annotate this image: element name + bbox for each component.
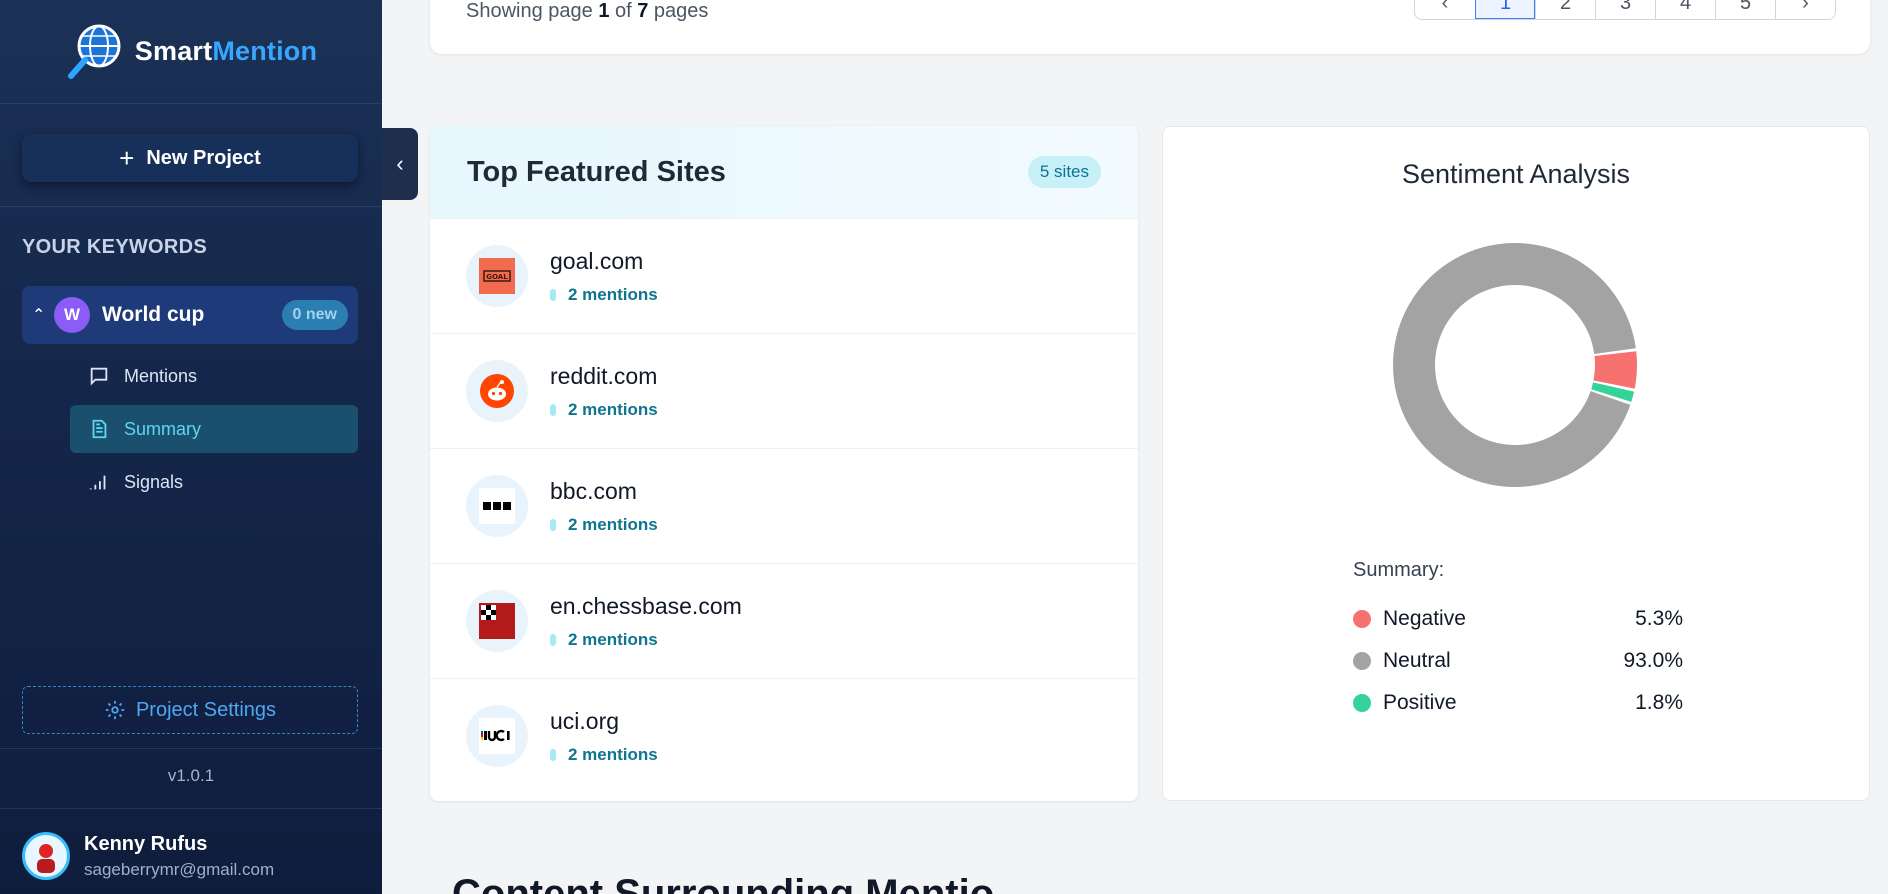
negative-swatch [1353, 610, 1371, 628]
next-page-button[interactable]: › [1775, 0, 1835, 19]
site-item-chessbase[interactable]: en.chessbase.com 2 mentions [430, 563, 1138, 678]
user-avatar-icon [37, 844, 55, 873]
legend-label: Positive [1383, 691, 1457, 714]
previous-page-button[interactable]: ‹ [1415, 0, 1475, 19]
collapse-sidebar-button[interactable]: ‹ [382, 128, 418, 200]
pagination-controls: ‹ 1 2 3 4 5 › [1414, 0, 1836, 20]
svg-text:GOAL: GOAL [486, 273, 508, 281]
chat-bubble-icon [90, 367, 108, 386]
new-project-button[interactable]: + New Project [22, 134, 358, 182]
neutral-swatch [1353, 652, 1371, 670]
pagination-status: Showing page 1 of 7 pages [466, 0, 709, 22]
user-name: Kenny Rufus [84, 832, 208, 855]
bbc-logo-icon [466, 475, 528, 537]
chevron-left-icon: ‹ [396, 151, 404, 176]
divider [0, 748, 382, 749]
chevron-right-icon: › [1802, 0, 1809, 14]
page-button-5[interactable]: 5 [1715, 0, 1775, 19]
sidebar-item-label: Summary [124, 418, 202, 439]
new-count-badge: 0 new [281, 300, 348, 330]
new-project-label: New Project [146, 146, 261, 169]
gear-icon [105, 700, 125, 720]
keyword-avatar: W [54, 297, 90, 333]
document-icon [92, 419, 107, 439]
chevron-up-icon[interactable]: ⌃ [32, 305, 54, 325]
sites-count-badge: 5 sites [1027, 156, 1101, 188]
signal-bars-icon [89, 475, 106, 490]
sidebar: SmartMention + New Project YOUR KEYWORDS… [0, 0, 382, 894]
sidebar-item-signals[interactable]: Signals [70, 458, 358, 506]
pagination-card: Showing page 1 of 7 pages ‹ 1 2 3 4 5 › [430, 0, 1870, 54]
legend-item-positive: Positive 1.8% [1353, 682, 1683, 724]
site-name[interactable]: uci.org [550, 708, 658, 735]
sites-header: Top Featured Sites 5 sites [430, 126, 1138, 218]
keywords-heading: YOUR KEYWORDS [22, 236, 208, 258]
site-mentions: 2 mentions [550, 745, 658, 765]
top-featured-sites-card: Top Featured Sites 5 sites GOAL goal.com… [430, 126, 1138, 801]
sentiment-donut-chart [1393, 243, 1637, 487]
sidebar-item-label: Signals [124, 471, 184, 492]
project-settings-button[interactable]: Project Settings [22, 686, 358, 734]
site-item-bbc[interactable]: bbc.com 2 mentions [430, 448, 1138, 563]
slice-negative[interactable] [1593, 351, 1637, 389]
brand[interactable]: SmartMention [0, 0, 382, 104]
content-surrounding-heading: Content Surrounding Mentio [452, 872, 995, 894]
page-button-1[interactable]: 1 [1475, 0, 1535, 19]
site-mentions: 2 mentions [550, 630, 742, 650]
site-mentions: 2 mentions [550, 515, 658, 535]
keyword-item-world-cup[interactable]: ⌃ W World cup 0 new [22, 286, 358, 344]
globe-search-logo-icon [67, 24, 121, 79]
site-name[interactable]: bbc.com [550, 478, 658, 505]
site-name[interactable]: goal.com [550, 248, 658, 275]
legend-value: 93.0% [1623, 649, 1683, 672]
version-label: v1.0.1 [167, 766, 215, 785]
legend-item-negative: Negative 5.3% [1353, 598, 1683, 640]
sentiment-summary: Summary: Negative 5.3% Neutral 93.0% Pos… [1353, 559, 1683, 724]
goal-logo-icon: GOAL [466, 245, 528, 307]
divider [0, 206, 382, 207]
positive-swatch [1353, 694, 1371, 712]
divider [0, 808, 382, 809]
site-item-reddit[interactable]: reddit.com 2 mentions [430, 333, 1138, 448]
sidebar-item-label: Mentions [124, 365, 198, 386]
reddit-logo-icon [466, 360, 528, 422]
sidebar-item-mentions[interactable]: Mentions [70, 352, 358, 400]
legend-item-neutral: Neutral 93.0% [1353, 640, 1683, 682]
brand-name: SmartMention [134, 36, 318, 66]
user-email: sageberrymr@gmail.com [84, 859, 275, 879]
legend-value: 1.8% [1635, 691, 1683, 714]
legend-label: Neutral [1383, 649, 1451, 672]
avatar [22, 832, 70, 880]
page-button-3[interactable]: 3 [1595, 0, 1655, 19]
plus-icon: + [119, 143, 135, 173]
user-profile[interactable]: Kenny Rufus sageberrymr@gmail.com [22, 832, 274, 880]
site-item-uci[interactable]: uci.org 2 mentions [430, 678, 1138, 793]
chessbase-logo-icon [466, 590, 528, 652]
page-button-2[interactable]: 2 [1535, 0, 1595, 19]
keyword-name: World cup [102, 303, 205, 326]
project-settings-label: Project Settings [135, 698, 277, 721]
uci-logo-icon [466, 705, 528, 767]
site-name[interactable]: reddit.com [550, 363, 658, 390]
sentiment-analysis-card: Sentiment Analysis Summary: Negative 5.3… [1162, 126, 1870, 801]
legend-value: 5.3% [1635, 607, 1683, 630]
site-item-goal[interactable]: GOAL goal.com 2 mentions [430, 218, 1138, 333]
site-mentions: 2 mentions [550, 400, 658, 420]
chevron-left-icon: ‹ [1441, 0, 1449, 14]
sentiment-title: Sentiment Analysis [1401, 159, 1631, 189]
site-mentions: 2 mentions [550, 285, 658, 305]
summary-label: Summary: [1353, 559, 1445, 581]
sidebar-item-summary[interactable]: Summary [70, 405, 358, 453]
site-name[interactable]: en.chessbase.com [550, 593, 742, 620]
page-button-4[interactable]: 4 [1655, 0, 1715, 19]
legend-label: Negative [1383, 607, 1466, 630]
sites-title: Top Featured Sites [467, 155, 726, 188]
